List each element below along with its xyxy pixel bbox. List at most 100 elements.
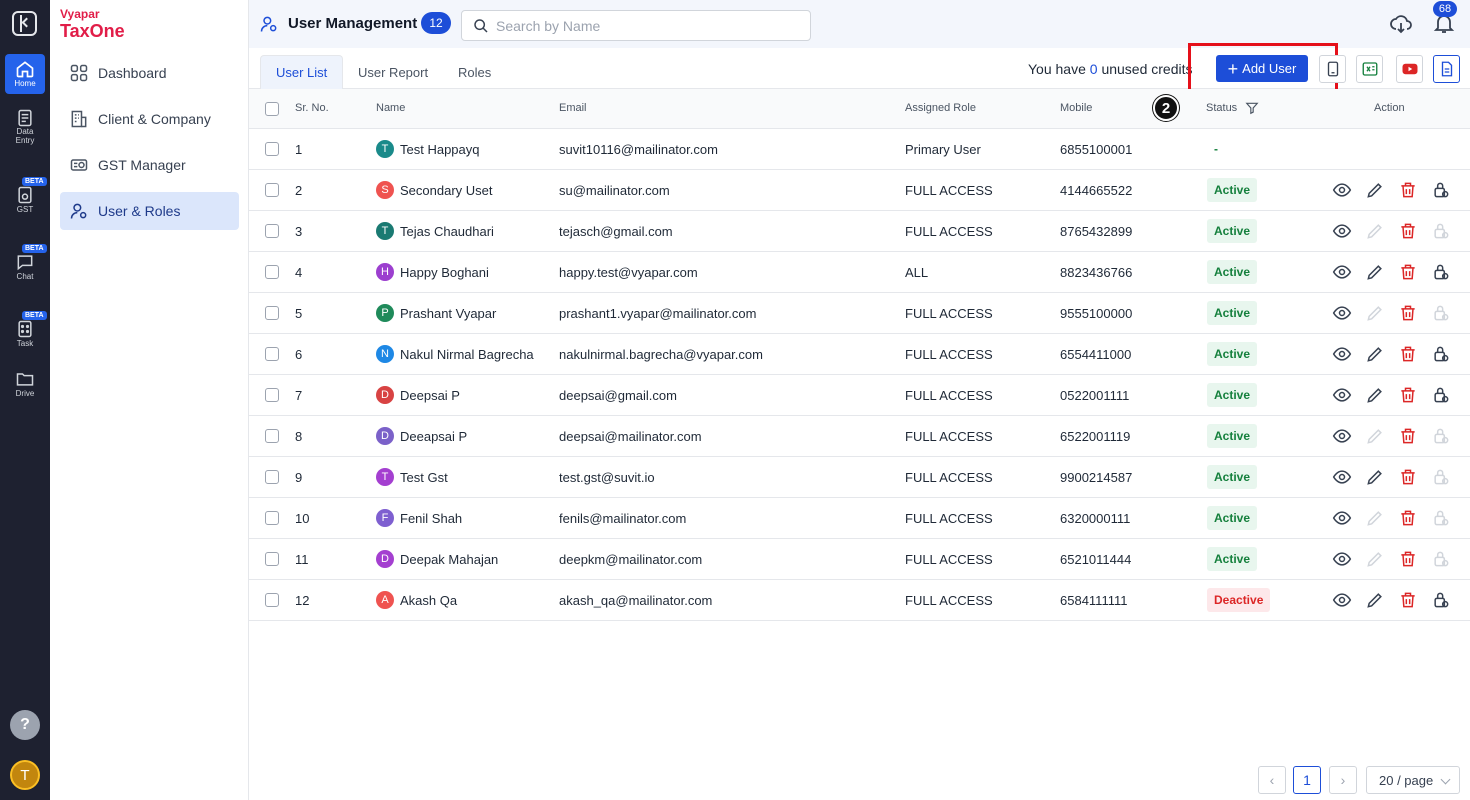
delete-icon[interactable]	[1398, 467, 1418, 487]
table-row: 3 T Tejas Chaudhari tejasch@gmail.com FULL A…	[249, 211, 1470, 252]
sidebar-item-gst-manager[interactable]: GST Manager	[60, 146, 239, 184]
search-input[interactable]	[496, 15, 796, 37]
row-checkbox[interactable]	[265, 470, 279, 484]
edit-icon[interactable]	[1365, 467, 1385, 487]
building-icon	[71, 110, 87, 128]
lock-icon	[1431, 221, 1451, 241]
rail-item-drive[interactable]: Drive	[5, 369, 45, 405]
view-icon[interactable]	[1332, 262, 1352, 282]
row-checkbox[interactable]	[265, 142, 279, 156]
collapse-sidebar-icon[interactable]	[12, 11, 37, 36]
row-mobile: 6855100001	[1060, 142, 1133, 157]
avatar: T	[376, 222, 394, 240]
add-user-button[interactable]: + Add User	[1216, 55, 1308, 82]
prev-page-button[interactable]: ‹	[1258, 766, 1286, 794]
view-icon[interactable]	[1332, 180, 1352, 200]
column-header-action: Action	[1374, 102, 1405, 114]
credits-count: 0	[1089, 61, 1098, 77]
excel-export-button[interactable]	[1356, 55, 1383, 83]
task-icon	[18, 320, 32, 338]
view-icon[interactable]	[1332, 221, 1352, 241]
chat-icon	[17, 255, 33, 271]
row-checkbox[interactable]	[265, 265, 279, 279]
avatar: S	[376, 181, 394, 199]
view-icon[interactable]	[1332, 303, 1352, 323]
rail-item-gst[interactable]: BETA GST	[5, 177, 47, 221]
edit-icon[interactable]	[1365, 344, 1385, 364]
delete-icon[interactable]	[1398, 303, 1418, 323]
tab-user-report[interactable]: User Report	[358, 55, 428, 89]
avatar: A	[376, 591, 394, 609]
row-checkbox[interactable]	[265, 593, 279, 607]
delete-icon[interactable]	[1398, 549, 1418, 569]
row-checkbox[interactable]	[265, 511, 279, 525]
lock-icon[interactable]	[1431, 344, 1451, 364]
row-checkbox[interactable]	[265, 224, 279, 238]
view-icon[interactable]	[1332, 549, 1352, 569]
row-checkbox[interactable]	[265, 306, 279, 320]
delete-icon[interactable]	[1398, 590, 1418, 610]
row-checkbox[interactable]	[265, 388, 279, 402]
row-checkbox[interactable]	[265, 347, 279, 361]
view-icon[interactable]	[1332, 590, 1352, 610]
column-header-mobile: Mobile	[1060, 102, 1093, 114]
row-mobile: 8765432899	[1060, 224, 1133, 239]
rail-item-chat[interactable]: BETA Chat	[5, 244, 47, 288]
row-checkbox[interactable]	[265, 429, 279, 443]
lock-icon[interactable]	[1431, 590, 1451, 610]
row-role: ALL	[905, 265, 929, 280]
edit-icon[interactable]	[1365, 385, 1385, 405]
sidebar-item-client-company[interactable]: Client & Company	[60, 100, 239, 138]
download-icon[interactable]	[1389, 12, 1413, 36]
row-role: FULL ACCESS	[905, 224, 993, 239]
delete-icon[interactable]	[1398, 385, 1418, 405]
view-icon[interactable]	[1332, 344, 1352, 364]
tab-roles[interactable]: Roles	[458, 55, 491, 89]
next-page-button[interactable]: ›	[1329, 766, 1357, 794]
tabs-bar: User List User Report Roles You have 0 u…	[249, 43, 1470, 94]
select-all-checkbox[interactable]	[265, 102, 279, 116]
beta-badge: BETA	[22, 311, 47, 320]
row-sr: 10	[295, 511, 310, 526]
view-icon[interactable]	[1332, 508, 1352, 528]
user-avatar[interactable]: T	[10, 760, 40, 790]
document-button[interactable]	[1319, 55, 1346, 83]
view-icon[interactable]	[1332, 426, 1352, 446]
row-checkbox[interactable]	[265, 183, 279, 197]
lock-icon[interactable]	[1431, 385, 1451, 405]
current-page-button[interactable]: 1	[1293, 766, 1321, 794]
search-icon	[474, 19, 488, 33]
guide-button[interactable]	[1433, 55, 1460, 83]
page-size-select[interactable]: 20 / page	[1366, 766, 1460, 794]
tab-user-list[interactable]: User List	[260, 55, 344, 89]
view-icon[interactable]	[1332, 467, 1352, 487]
avatar: D	[376, 550, 394, 568]
sidebar-item-label: Client & Company	[98, 111, 211, 127]
view-icon[interactable]	[1332, 385, 1352, 405]
lock-icon	[1431, 508, 1451, 528]
delete-icon[interactable]	[1398, 262, 1418, 282]
edit-icon[interactable]	[1365, 262, 1385, 282]
lock-icon[interactable]	[1431, 262, 1451, 282]
delete-icon[interactable]	[1398, 508, 1418, 528]
delete-icon[interactable]	[1398, 426, 1418, 446]
row-checkbox[interactable]	[265, 552, 279, 566]
rail-item-task[interactable]: BETA Task	[5, 311, 47, 355]
sidebar-item-dashboard[interactable]: Dashboard	[60, 54, 239, 92]
delete-icon[interactable]	[1398, 344, 1418, 364]
delete-icon[interactable]	[1398, 180, 1418, 200]
video-tutorial-button[interactable]	[1396, 55, 1423, 83]
help-button[interactable]: ?	[10, 710, 40, 740]
table-row: 9 T Test Gst test.gst@suvit.io FULL ACCESS 99…	[249, 457, 1470, 498]
edit-icon[interactable]	[1365, 180, 1385, 200]
filter-icon[interactable]	[1245, 101, 1259, 115]
edit-icon[interactable]	[1365, 590, 1385, 610]
rail-item-data-entry[interactable]: Data Entry	[5, 108, 45, 152]
table-row: 1 T Test Happayq suvit10116@mailinator.com P…	[249, 129, 1470, 170]
lock-icon[interactable]	[1431, 180, 1451, 200]
delete-icon[interactable]	[1398, 221, 1418, 241]
table-row: 12 A Akash Qa akash_qa@mailinator.com FULL A…	[249, 580, 1470, 621]
sidebar-item-user-roles[interactable]: User & Roles	[60, 192, 239, 230]
rail-item-home[interactable]: Home	[5, 54, 45, 94]
row-role: FULL ACCESS	[905, 429, 993, 444]
